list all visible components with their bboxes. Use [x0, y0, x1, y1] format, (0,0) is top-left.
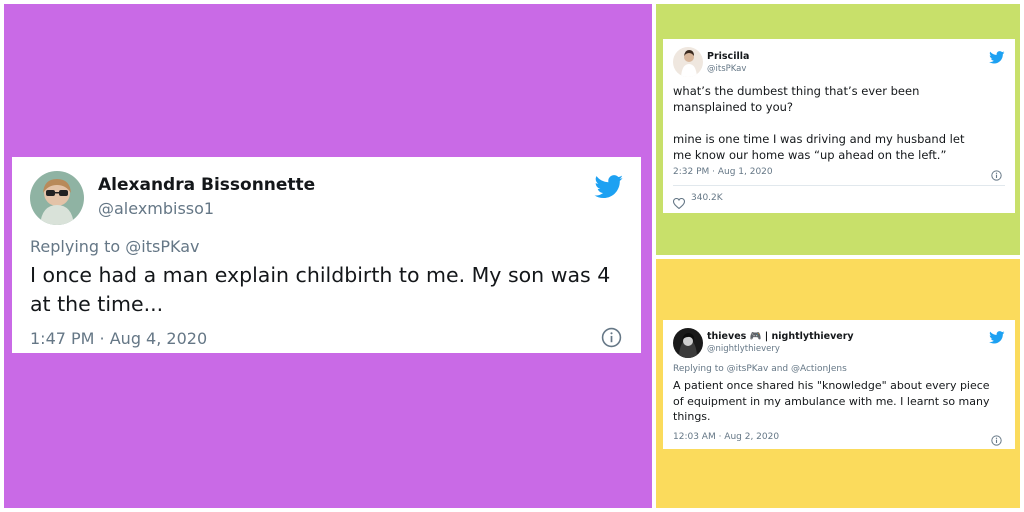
- tweet-card-priscilla[interactable]: Priscilla @itsPKav what’s the dumbest th…: [663, 39, 1015, 213]
- timestamp[interactable]: 2:32 PM · Aug 1, 2020: [673, 167, 773, 177]
- author-handle[interactable]: @alexmbisso1: [98, 199, 214, 218]
- info-icon[interactable]: [991, 166, 1002, 181]
- author-name[interactable]: thieves 🎮 | nightlythievery: [707, 331, 854, 342]
- tweet-text-line: mine is one time I was driving and my hu…: [673, 132, 965, 146]
- info-icon[interactable]: [991, 431, 1002, 446]
- avatar[interactable]: [673, 47, 703, 77]
- heart-icon[interactable]: [672, 194, 686, 210]
- avatar[interactable]: [30, 171, 84, 225]
- replying-to[interactable]: Replying to @itsPKav and @ActionJens: [673, 364, 847, 374]
- tweet-text: I once had a man explain childbirth to m…: [30, 263, 611, 316]
- tweet-text-line: mansplained to you?: [673, 100, 794, 114]
- twitter-bird-icon[interactable]: [989, 329, 1005, 344]
- author-name[interactable]: Priscilla: [707, 51, 749, 62]
- author-handle[interactable]: @itsPKav: [707, 64, 746, 74]
- twitter-bird-icon[interactable]: [594, 175, 624, 199]
- tweet-text-line: me know our home was “up ahead on the le…: [673, 148, 947, 162]
- twitter-bird-icon[interactable]: [989, 49, 1005, 64]
- tweet-text-line: [673, 115, 1003, 131]
- tweet-text: A patient once shared his "knowledge" ab…: [673, 379, 990, 423]
- timestamp[interactable]: 12:03 AM · Aug 2, 2020: [673, 432, 779, 442]
- replying-to[interactable]: Replying to @itsPKav: [30, 237, 199, 256]
- tweet-card-alexandra[interactable]: Alexandra Bissonnette @alexmbisso1 Reply…: [12, 157, 641, 353]
- timestamp[interactable]: 1:47 PM · Aug 4, 2020: [30, 329, 207, 348]
- tweet-text: what’s the dumbest thing that’s ever bee…: [673, 83, 1003, 163]
- tweet-card-thieves[interactable]: thieves 🎮 | nightlythievery @nightlythie…: [663, 320, 1015, 449]
- like-count[interactable]: 340.2K: [691, 193, 723, 203]
- author-name[interactable]: Alexandra Bissonnette: [98, 175, 315, 195]
- info-icon[interactable]: [601, 327, 622, 348]
- divider: [673, 185, 1005, 186]
- tweet-text-line: what’s the dumbest thing that’s ever bee…: [673, 84, 920, 98]
- author-handle[interactable]: @nightlythievery: [707, 344, 780, 354]
- avatar[interactable]: [673, 328, 703, 358]
